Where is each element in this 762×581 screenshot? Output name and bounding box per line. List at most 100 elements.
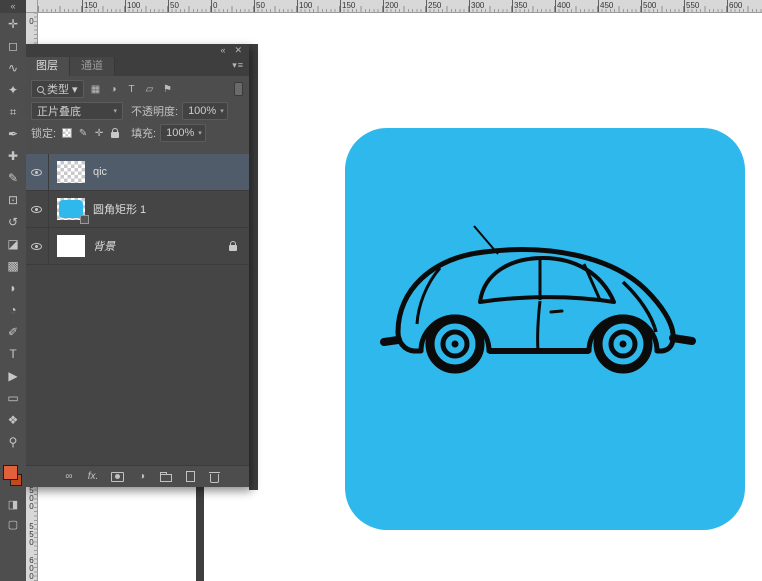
- eraser-tool-icon[interactable]: ◪: [0, 233, 26, 255]
- tab-layers[interactable]: 图层: [25, 57, 70, 76]
- fill-dropdown[interactable]: 100% ▾: [160, 124, 206, 142]
- layer-style-icon[interactable]: fx.: [87, 471, 99, 482]
- panel-tabs: 图层 通道 ▾≡: [25, 57, 249, 76]
- ruler-major-tick: [727, 0, 728, 12]
- new-adjustment-layer-icon[interactable]: ◑: [136, 471, 148, 482]
- shape-tool-icon[interactable]: ▭: [0, 387, 26, 409]
- dodge-tool-icon[interactable]: ◔: [0, 299, 26, 321]
- layer-lock-icon: [229, 245, 237, 251]
- eyedropper-tool-icon[interactable]: ✒: [0, 123, 26, 145]
- new-layer-icon[interactable]: [184, 471, 196, 482]
- panel-header: « ✕: [25, 44, 249, 57]
- ruler-major-tick: [211, 0, 212, 12]
- ruler-label: 150: [84, 1, 97, 10]
- quick-mask-button[interactable]: ◨: [0, 495, 26, 515]
- artboard-rounded-square[interactable]: [345, 128, 745, 530]
- chevron-down-icon: ▾: [72, 83, 78, 96]
- chevron-down-icon: ▾: [113, 107, 117, 115]
- window-dock-edge: [196, 487, 204, 581]
- ruler-origin[interactable]: [26, 0, 38, 13]
- ruler-major-tick: [340, 0, 341, 12]
- layer-mask-icon[interactable]: [111, 472, 124, 482]
- ruler-label: 350: [514, 1, 527, 10]
- panel-footer: ∞ fx. ◑: [25, 465, 249, 487]
- foreground-color-swatch[interactable]: [3, 465, 18, 480]
- visibility-toggle[interactable]: [25, 154, 49, 190]
- crop-tool-icon[interactable]: ⌗: [0, 101, 26, 123]
- filter-smart-objects-icon[interactable]: ⚑: [159, 81, 177, 98]
- ruler-label: 400: [557, 1, 570, 10]
- color-swatches: [0, 463, 26, 495]
- ruler-major-tick: [598, 0, 599, 12]
- search-icon: [37, 86, 44, 93]
- filter-type-label: 类型: [47, 81, 69, 97]
- tab-channels[interactable]: 通道: [70, 57, 115, 76]
- type-tool-icon[interactable]: T: [0, 343, 26, 365]
- layer-thumbnail[interactable]: [57, 235, 85, 257]
- ruler-label: 550: [686, 1, 699, 10]
- filter-type-layers-icon[interactable]: T: [123, 81, 141, 98]
- layer-name: qic: [93, 166, 107, 178]
- ruler-horizontal[interactable]: 1501005005010015020025030035040045050055…: [38, 0, 762, 13]
- layer-thumbnail[interactable]: [57, 161, 85, 183]
- gradient-tool-icon[interactable]: ▩: [0, 255, 26, 277]
- layer-name: 背景: [93, 238, 115, 254]
- close-panel-icon[interactable]: ✕: [234, 44, 242, 57]
- history-brush-tool-icon[interactable]: ↺: [0, 211, 26, 233]
- filter-type-dropdown[interactable]: 类型 ▾: [31, 80, 84, 98]
- toolbar-collapse-icon[interactable]: «: [0, 0, 26, 13]
- blend-mode-dropdown[interactable]: 正片叠底 ▾: [31, 102, 123, 120]
- ruler-label: 100: [299, 1, 312, 10]
- delete-layer-icon[interactable]: [208, 471, 220, 483]
- ruler-major-tick: [555, 0, 556, 12]
- lock-image-pixels-icon[interactable]: ✎: [75, 125, 91, 141]
- opacity-dropdown[interactable]: 100% ▾: [182, 102, 228, 120]
- filter-shape-layers-icon[interactable]: ▱: [141, 81, 159, 98]
- collapse-panel-icon[interactable]: «: [220, 44, 225, 57]
- ruler-label: 150: [342, 1, 355, 10]
- opacity-value: 100%: [188, 105, 216, 117]
- lock-all-icon[interactable]: [107, 125, 123, 141]
- visibility-toggle[interactable]: [25, 228, 49, 264]
- filter-toggle[interactable]: [234, 82, 243, 96]
- brush-tool-icon[interactable]: ✎: [0, 167, 26, 189]
- ruler-major-tick: [297, 0, 298, 12]
- blend-row: 正片叠底 ▾ 不透明度: 100% ▾: [31, 102, 243, 120]
- quick-selection-tool-icon[interactable]: ✦: [0, 79, 26, 101]
- hand-tool-icon[interactable]: ❖: [0, 409, 26, 431]
- lasso-tool-icon[interactable]: ∿: [0, 57, 26, 79]
- screen-mode-button[interactable]: ▢: [0, 515, 26, 535]
- fill-label: 填充:: [131, 125, 156, 141]
- ruler-label: 0: [213, 1, 217, 10]
- lock-transparent-pixels-icon[interactable]: [59, 125, 75, 141]
- pen-tool-icon[interactable]: ✐: [0, 321, 26, 343]
- layer-row[interactable]: qic: [25, 154, 249, 191]
- ruler-major-tick: [512, 0, 513, 12]
- link-layers-icon[interactable]: ∞: [63, 471, 75, 482]
- eye-icon: [31, 243, 42, 250]
- blur-tool-icon[interactable]: ◗: [0, 277, 26, 299]
- healing-brush-tool-icon[interactable]: ✚: [0, 145, 26, 167]
- ruler-major-tick: [684, 0, 685, 12]
- tools-toolbar: « ✛◻∿✦⌗✒✚✎⊡↺◪▩◗◔✐T▶▭❖⚲ ◨ ▢: [0, 0, 26, 581]
- path-selection-tool-icon[interactable]: ▶: [0, 365, 26, 387]
- lock-position-icon[interactable]: ✛: [91, 125, 107, 141]
- lock-row: 锁定: ✎✛ 填充: 100% ▾: [31, 124, 243, 142]
- panel-right-edge: [249, 44, 258, 490]
- new-group-icon[interactable]: [160, 471, 172, 482]
- filter-pixel-layers-icon[interactable]: ▦: [87, 81, 105, 98]
- layer-row[interactable]: 背景: [25, 228, 249, 265]
- marquee-tool-icon[interactable]: ◻: [0, 35, 26, 57]
- move-tool-icon[interactable]: ✛: [0, 13, 26, 35]
- panel-menu-icon[interactable]: ▾≡: [232, 60, 244, 71]
- ruler-major-tick: [383, 0, 384, 12]
- clone-stamp-tool-icon[interactable]: ⊡: [0, 189, 26, 211]
- layer-row[interactable]: 圆角矩形 1: [25, 191, 249, 228]
- filter-adjustment-layers-icon[interactable]: ◑: [105, 81, 123, 98]
- layer-thumbnail[interactable]: [57, 198, 85, 220]
- ruler-label: 200: [385, 1, 398, 10]
- ruler-label: 0: [26, 18, 37, 26]
- visibility-toggle[interactable]: [25, 191, 49, 227]
- ruler-label: 50: [170, 1, 179, 10]
- zoom-tool-icon[interactable]: ⚲: [0, 431, 26, 453]
